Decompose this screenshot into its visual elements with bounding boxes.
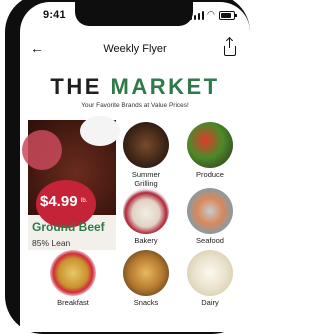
app-screen: 9:41 ◠ ← Weekly Flyer THE MARKET Your Fa… [20,2,250,332]
category-label: Breakfast [57,298,89,307]
decor-plate [80,116,120,146]
bakery-image [123,188,169,234]
decor-garnish [22,130,62,170]
nav-bar: ← Weekly Flyer [20,38,250,62]
category-bakery[interactable]: Bakery [121,188,171,246]
category-snacks[interactable]: Snacks [121,250,171,308]
notch [75,2,193,26]
deal-unit: lb. [81,198,88,204]
category-dairy[interactable]: Dairy [185,250,235,308]
deal-product-name: Ground Beef [32,220,105,234]
category-label: Dairy [201,298,219,307]
summer-grilling-image [123,122,169,168]
category-label: Seafood [196,236,224,245]
wifi-icon: ◠ [207,9,215,19]
category-breakfast[interactable]: Breakfast [48,250,98,308]
phone-frame: 9:41 ◠ ← Weekly Flyer THE MARKET Your Fa… [5,0,250,334]
produce-image [187,122,233,168]
deal-detail: 85% Lean [32,238,71,248]
status-bar: 9:41 ◠ [20,2,250,26]
brand-market: MARKET [110,74,220,99]
category-summer-grilling[interactable]: Summer Grilling [121,122,171,188]
deal-price: $4.99 [40,193,78,210]
category-seafood[interactable]: Seafood [185,188,235,246]
breakfast-image [50,250,96,296]
battery-icon [219,11,237,20]
page-title: Weekly Flyer [103,43,167,55]
seafood-image [187,188,233,234]
brand-logo: THE MARKET [20,74,250,100]
status-time: 9:41 [43,9,66,21]
signal-icon [190,11,204,20]
brand-the: THE [50,74,102,99]
category-label: Bakery [134,236,158,245]
category-label: Produce [196,170,224,179]
share-icon[interactable] [224,38,236,56]
category-label: Summer Grilling [131,170,161,188]
snacks-image [123,250,169,296]
dairy-image [187,250,233,296]
featured-deal-card[interactable]: $4.99 lb. Ground Beef 85% Lean [22,116,120,250]
tagline: Your Favorite Brands at Value Prices! [81,102,189,109]
category-produce[interactable]: Produce [185,122,235,180]
category-label: Snacks [133,298,159,307]
